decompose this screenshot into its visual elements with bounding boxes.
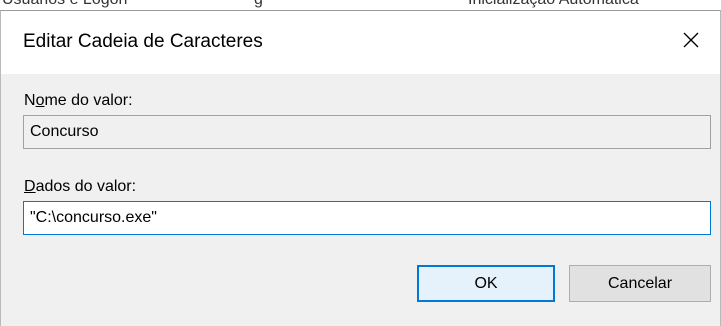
close-button[interactable] <box>662 11 720 74</box>
value-data-input[interactable] <box>23 201 711 235</box>
ok-button[interactable]: OK <box>417 265 555 302</box>
background-text: g <box>254 0 263 9</box>
value-name-label: Nome do valor: <box>24 92 133 109</box>
background-window-strip: Usuários e Logon g Inicialização Automát… <box>0 0 721 10</box>
close-icon <box>683 32 699 53</box>
value-name-field[interactable]: Concurso <box>23 115 711 149</box>
cancel-button[interactable]: Cancelar <box>569 265 711 302</box>
edit-string-dialog: Editar Cadeia de Caracteres Nome do valo… <box>0 10 721 326</box>
background-text: Inicialização Automática <box>468 0 639 9</box>
dialog-title: Editar Cadeia de Caracteres <box>23 31 263 52</box>
background-text: Usuários e Logon <box>2 0 127 9</box>
dialog-titlebar[interactable]: Editar Cadeia de Caracteres <box>1 11 720 74</box>
value-data-label: Dados do valor: <box>24 178 137 195</box>
